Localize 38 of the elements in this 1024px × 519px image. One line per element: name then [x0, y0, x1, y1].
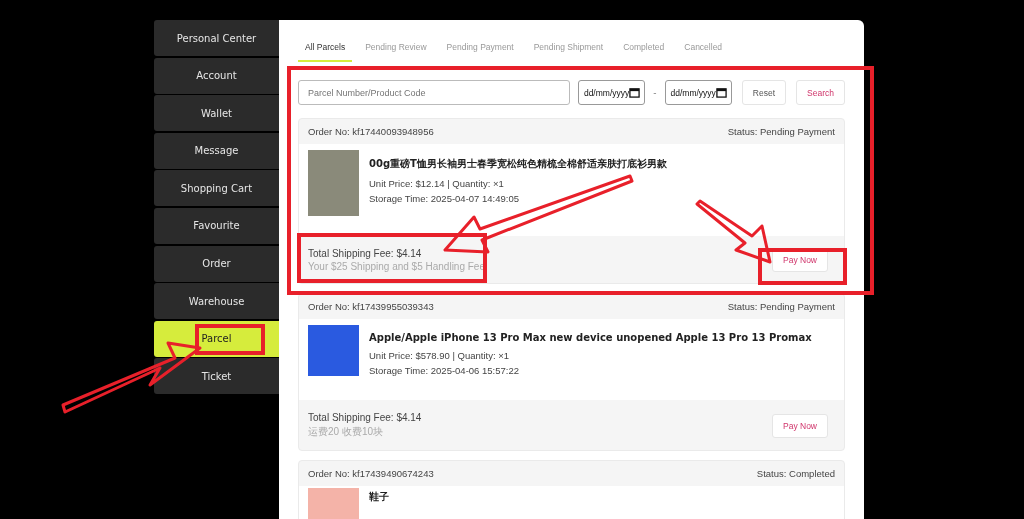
- sidebar-item[interactable]: Favourite: [154, 207, 279, 244]
- fee-note: 运费20 收费10块: [308, 425, 385, 439]
- highlight-frame: [195, 324, 265, 355]
- unit-price: Unit Price: $12.14 | Quantity: ×1: [369, 178, 505, 189]
- sidebar-item[interactable]: Account: [154, 57, 279, 94]
- order-number: Order No: kf17440093948956: [308, 126, 434, 137]
- date-field[interactable]: dd/mm/yyyy: [577, 80, 646, 105]
- date-field[interactable]: dd/mm/yyyy: [664, 80, 732, 105]
- order-number: Order No: kf17439955039343: [308, 301, 434, 312]
- pay-now-button[interactable]: Pay Now: [772, 413, 828, 438]
- parcel-status: Status: Pending Payment: [727, 301, 835, 312]
- sidebar-item[interactable]: Shopping Cart: [154, 170, 279, 207]
- product-title: 鞋子: [369, 490, 389, 504]
- sidebar-item[interactable]: Ticket: [154, 358, 279, 395]
- sidebar-item[interactable]: Warehouse: [154, 283, 279, 320]
- search-field[interactable]: Parcel Number/Product Code: [298, 80, 570, 105]
- shipping-fee: Total Shipping Fee: $4.14: [308, 248, 423, 259]
- product-photo-placeholder: [308, 325, 359, 376]
- filter-button[interactable]: Search: [796, 80, 845, 105]
- calendar-icon: [715, 87, 727, 98]
- calendar-icon: [629, 87, 641, 98]
- parcel-status: Status: Pending Payment: [727, 126, 835, 137]
- product-title: 00g重磅T恤男长袖男士春季宽松纯色精梳全棉舒适亲肤打底衫男款: [369, 157, 667, 171]
- product-title: Apple/Apple iPhone 13 Pro Max new device unopened Apple 13 Pro 13 Promax: [369, 332, 812, 343]
- order-number: Order No: kf17439490674243: [308, 468, 434, 479]
- storage-time: Storage Time: 2025-04-07 14:49:05: [369, 193, 520, 204]
- filter-button[interactable]: Reset: [741, 80, 787, 105]
- sidebar-item[interactable]: Order: [154, 245, 279, 282]
- parcel-status: Status: Completed: [756, 468, 835, 479]
- sidebar-item[interactable]: Personal Center: [154, 20, 279, 56]
- storage-time: Storage Time: 2025-04-06 15:57:22: [369, 365, 520, 376]
- date-separator: -: [653, 87, 657, 98]
- unit-price: Unit Price: $578.90 | Quantity: ×1: [369, 350, 511, 361]
- shipping-fee: Total Shipping Fee: $4.14: [308, 412, 422, 423]
- tab[interactable]: All Parcels: [298, 42, 353, 62]
- sidebar-item[interactable]: Wallet: [154, 95, 279, 132]
- sidebar-item[interactable]: Message: [154, 132, 279, 169]
- product-photo-placeholder: [308, 150, 359, 216]
